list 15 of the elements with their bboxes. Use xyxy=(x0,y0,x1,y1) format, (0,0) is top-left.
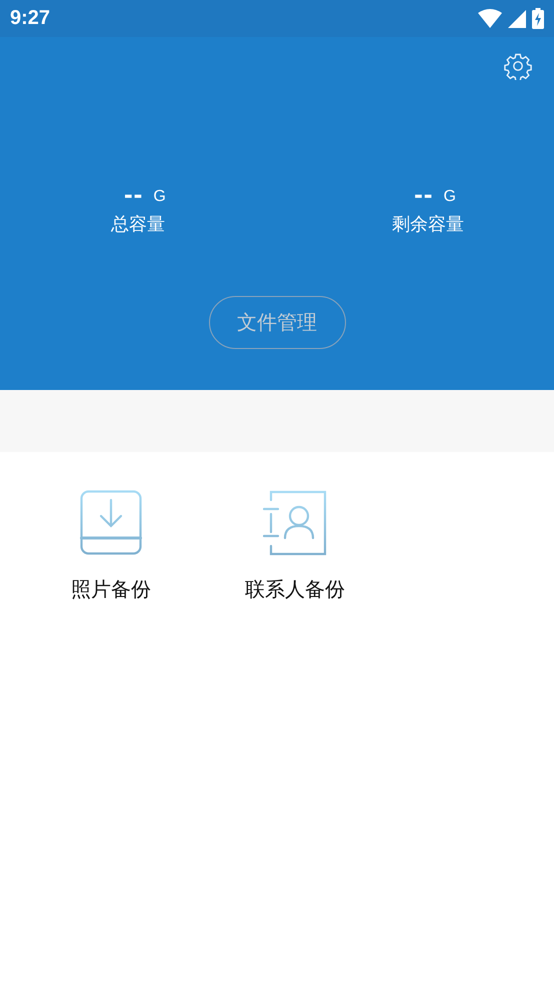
tile-label[interactable]: 联系人备份 xyxy=(245,576,345,603)
tile-label[interactable]: 照片备份 xyxy=(71,576,151,603)
download-tray-icon[interactable] xyxy=(80,490,142,556)
storage-value: -- xyxy=(414,182,434,206)
battery-charging-icon xyxy=(532,8,544,29)
storage-value: -- xyxy=(124,182,144,206)
wifi-icon xyxy=(478,8,502,28)
settings-icon[interactable] xyxy=(504,52,532,80)
storage-label: 剩余容量 xyxy=(392,213,464,236)
storage-unit: G xyxy=(443,188,456,206)
contact-book-icon[interactable] xyxy=(263,490,327,556)
status-time: 9:27 xyxy=(10,7,50,30)
storage-unit: G xyxy=(153,188,166,206)
storage-label: 总容量 xyxy=(110,213,165,236)
signal-icon xyxy=(508,10,526,28)
